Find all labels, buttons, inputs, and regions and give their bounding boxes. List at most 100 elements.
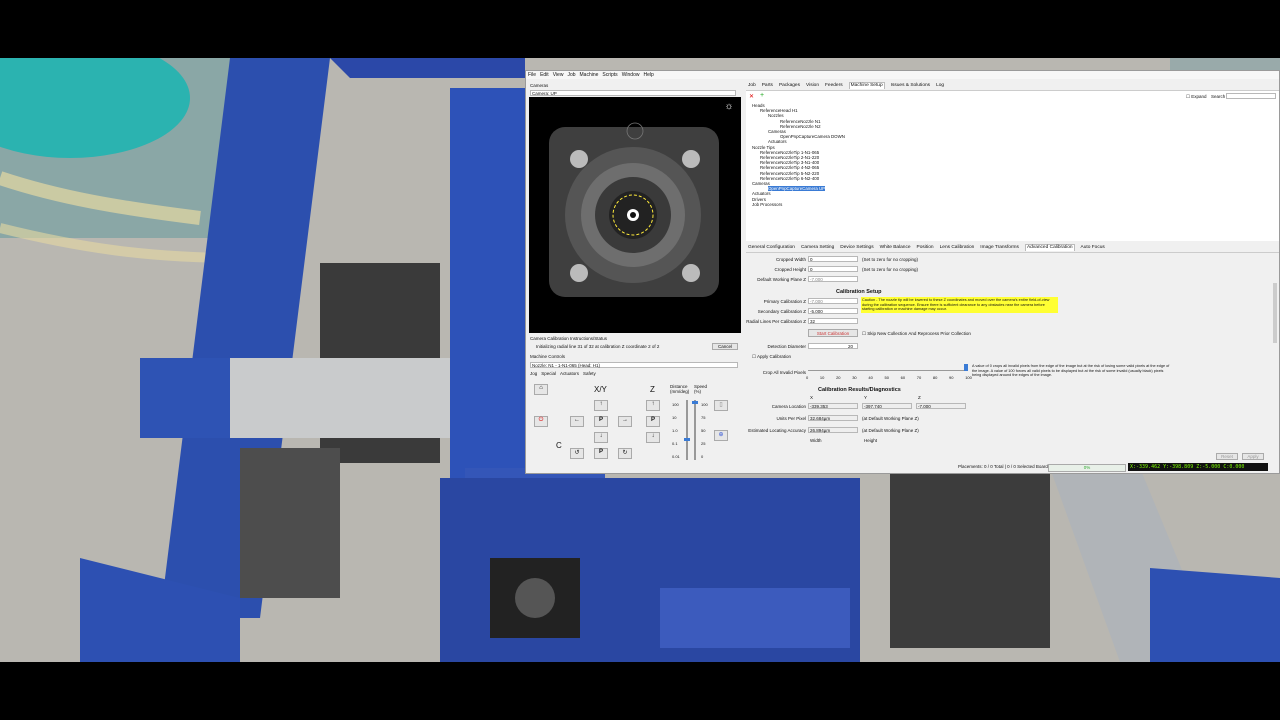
results-col-y: Y xyxy=(864,395,868,400)
camera-location-x: -339.353 xyxy=(808,403,858,409)
radial-lines-input[interactable]: 32 xyxy=(808,318,858,324)
distance-slider-thumb[interactable] xyxy=(684,438,690,441)
apply-calibration-checkbox[interactable]: ☐ Apply Calibration xyxy=(752,354,791,360)
tab-lens-calibration[interactable]: Lens Calibration xyxy=(940,244,975,251)
crop-slider[interactable] xyxy=(808,370,968,371)
calibration-status-title: Camera Calibration Instructions/Status xyxy=(530,336,608,341)
speed-tick: 50 xyxy=(701,428,706,433)
jog-z-minus[interactable]: ↓ xyxy=(646,432,660,443)
tab-safety[interactable]: Safety xyxy=(583,371,596,376)
delete-icon[interactable]: ✕ xyxy=(749,93,754,100)
crop-tick: 40 xyxy=(868,375,873,380)
letterbox-top xyxy=(0,0,1280,58)
rotate-ccw-button[interactable]: ↺ xyxy=(570,448,584,459)
tab-machine-setup[interactable]: Machine Setup xyxy=(848,82,885,89)
jog-y-plus[interactable]: ↑ xyxy=(594,400,608,411)
park-xy-button[interactable]: P xyxy=(594,416,608,427)
jog-z-plus[interactable]: ↑ xyxy=(646,400,660,411)
park-z-button[interactable]: P xyxy=(646,416,660,427)
start-calibration-button[interactable]: Start Calibration xyxy=(808,329,858,337)
tab-device-settings[interactable]: Device Settings xyxy=(840,244,873,251)
menu-bar: File Edit View Job Machine Scripts Windo… xyxy=(526,71,1279,79)
xy-label: X/Y xyxy=(594,385,607,394)
crop-tick: 60 xyxy=(900,375,906,380)
add-icon[interactable]: + xyxy=(760,92,764,99)
home-button[interactable]: ⌂ xyxy=(534,384,548,395)
detection-diameter-spinner[interactable]: 20 xyxy=(808,343,858,349)
target-icon[interactable]: ⊕ xyxy=(714,430,728,441)
speed-slider[interactable] xyxy=(694,400,696,460)
z-label: Z xyxy=(650,385,655,394)
tab-log[interactable]: Log xyxy=(936,82,944,89)
tab-image-transforms[interactable]: Image Transforms xyxy=(980,244,1019,251)
secondary-z-input[interactable]: -5.000 xyxy=(808,308,858,314)
tab-parts[interactable]: Parts xyxy=(762,82,773,89)
distance-slider[interactable] xyxy=(686,400,688,460)
distance-tick: 100 xyxy=(672,402,679,407)
menu-edit[interactable]: Edit xyxy=(540,72,549,78)
tab-advanced-calibration[interactable]: Advanced Calibration xyxy=(1024,244,1075,251)
tab-white-balance[interactable]: White Balance xyxy=(880,244,911,251)
tab-actuators[interactable]: Actuators xyxy=(560,371,579,376)
trash-icon[interactable]: ▯ xyxy=(714,400,728,411)
crop-slider-ticks: 0 10 20 30 40 50 60 70 80 90 100 xyxy=(806,375,972,380)
jog-x-plus[interactable]: → xyxy=(618,416,632,427)
speed-tick: 100 xyxy=(701,402,708,407)
menu-scripts[interactable]: Scripts xyxy=(602,72,617,78)
menu-job[interactable]: Job xyxy=(567,72,575,78)
tab-packages[interactable]: Packages xyxy=(779,82,800,89)
cropped-width-input[interactable]: 0 xyxy=(808,256,858,262)
units-per-pixel-note: (at Default Working Plane Z) xyxy=(862,416,919,421)
camera-select[interactable]: Camera: UP xyxy=(530,90,736,96)
reset-button[interactable]: Reset xyxy=(1216,453,1238,460)
cancel-button[interactable]: Cancel xyxy=(712,343,738,350)
expand-checkbox[interactable]: ☐ Expand xyxy=(1186,94,1207,100)
svg-text:☼: ☼ xyxy=(724,101,733,112)
cropped-height-input[interactable]: 0 xyxy=(808,266,858,272)
locating-accuracy-note: (at Default Working Plane Z) xyxy=(862,428,919,433)
tab-vision[interactable]: Vision xyxy=(806,82,819,89)
distance-ticks: 100 10 1.0 0.1 0.01 xyxy=(672,398,680,463)
crop-slider-thumb[interactable] xyxy=(964,364,968,371)
skip-collection-checkbox[interactable]: ☐ Skip New Collection And Reprocess Prio… xyxy=(862,331,971,337)
menu-view[interactable]: View xyxy=(553,72,564,78)
tab-position[interactable]: Position xyxy=(917,244,934,251)
camera-view[interactable]: ☼ xyxy=(529,97,741,333)
default-working-plane-input[interactable]: -7.000 xyxy=(808,276,858,282)
tab-general-configuration[interactable]: General Configuration xyxy=(748,244,795,251)
jog-x-minus[interactable]: ← xyxy=(570,416,584,427)
apply-button[interactable]: Apply xyxy=(1242,453,1264,460)
jog-y-minus[interactable]: ↓ xyxy=(594,432,608,443)
default-working-plane-label: Default Working Plane Z xyxy=(757,277,806,282)
rotate-cw-button[interactable]: ↻ xyxy=(618,448,632,459)
scrollbar[interactable] xyxy=(1273,283,1277,343)
caution-note: Caution - The nozzle tip will be lowered… xyxy=(861,297,1058,313)
tab-special[interactable]: Special xyxy=(541,371,556,376)
tab-job[interactable]: Job xyxy=(748,82,756,89)
secondary-z-label: Secondary Calibration Z xyxy=(757,309,806,314)
speed-tick: 75 xyxy=(701,415,706,420)
distance-tick: 10 xyxy=(672,415,677,420)
distance-tick: 1.0 xyxy=(672,428,678,433)
tab-camera-setting[interactable]: Camera Setting xyxy=(801,244,834,251)
tree-item[interactable]: Job Processors xyxy=(752,202,845,207)
primary-z-input[interactable]: -7.000 xyxy=(808,298,858,304)
menu-help[interactable]: Help xyxy=(643,72,653,78)
tree-item-selected[interactable]: OpenPnpCaptureCamera UP xyxy=(768,186,826,192)
speed-slider-thumb[interactable] xyxy=(692,401,698,404)
search-input[interactable] xyxy=(1226,93,1276,99)
crop-invalid-pixels-label: Crop All Invalid Pixels xyxy=(762,370,806,375)
tab-issues-solutions[interactable]: Issues & Solutions xyxy=(891,82,930,89)
cropped-height-hint: (Set to zero for no cropping) xyxy=(862,267,919,272)
tab-feeders[interactable]: Feeders xyxy=(825,82,843,89)
nozzle-select[interactable]: Nozzle: N1 - 1-N1-065 (Head: H1) xyxy=(530,362,738,368)
cropped-width-hint: (Set to zero for no cropping) xyxy=(862,257,919,262)
menu-machine[interactable]: Machine xyxy=(580,72,599,78)
cropped-width-label: Cropped Width xyxy=(775,257,806,262)
tab-jog[interactable]: Jog xyxy=(530,371,537,376)
power-button[interactable]: ⏻ xyxy=(534,416,548,427)
menu-window[interactable]: Window xyxy=(622,72,640,78)
menu-file[interactable]: File xyxy=(528,72,536,78)
tab-auto-focus[interactable]: Auto Focus xyxy=(1081,244,1105,251)
park-c-button[interactable]: P xyxy=(594,448,608,459)
